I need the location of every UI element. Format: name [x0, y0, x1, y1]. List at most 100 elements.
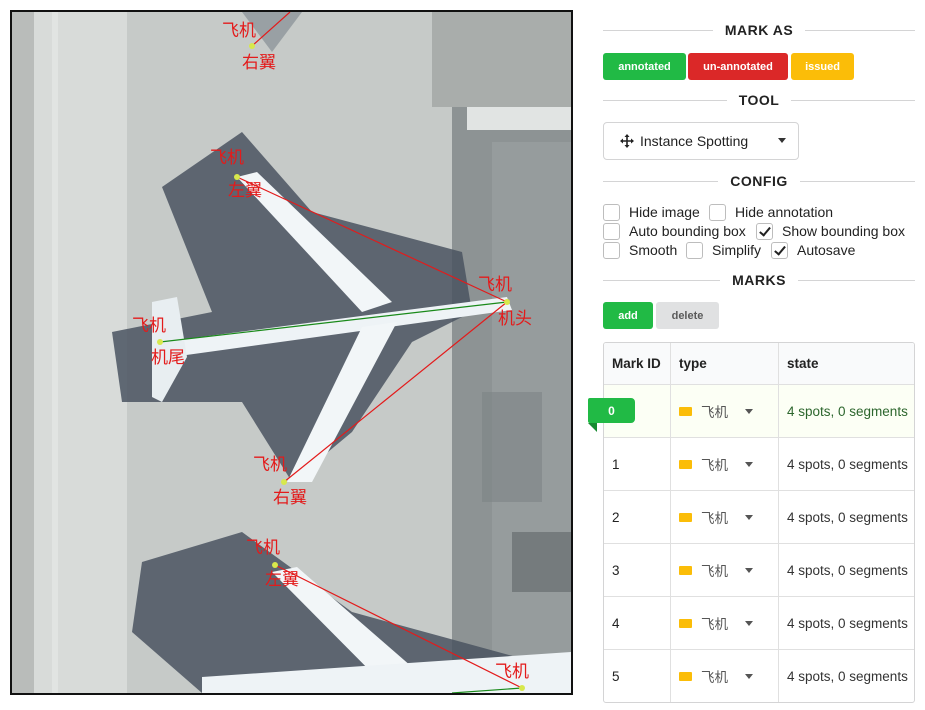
tool-selected-label: Instance Spotting	[640, 133, 749, 149]
mark-annotated-button[interactable]: annotated	[603, 53, 686, 80]
chevron-down-icon	[745, 567, 753, 573]
mark-unannotated-button[interactable]: un-annotated	[688, 53, 788, 80]
mark-id-cell: 1	[604, 438, 671, 490]
checkbox-hide-annotation[interactable]	[709, 203, 726, 221]
config-auto-bounding-box[interactable]: Auto bounding box	[603, 222, 746, 240]
tool-header: TOOL	[603, 90, 915, 110]
table-row[interactable]: 2 飞机 4 spots, 0 segments	[604, 490, 914, 543]
config-smooth[interactable]: Smooth	[603, 241, 677, 259]
mark-type-select[interactable]: 飞机	[671, 544, 779, 596]
mark-state-cell: 4 spots, 0 segments	[787, 456, 908, 472]
marks-table-header: Mark ID type state	[604, 343, 914, 384]
spot-label-airplane: 飞机	[246, 538, 280, 558]
control-panel: MARK AS annotated un-annotated issued TO…	[588, 0, 915, 710]
chevron-down-icon	[778, 138, 786, 143]
header-type: type	[671, 343, 779, 384]
gate-area	[482, 392, 542, 502]
spot-label-right-wing: 右翼	[273, 488, 307, 508]
table-row[interactable]: 5 飞机 4 spots, 0 segments	[604, 649, 914, 702]
spot-point[interactable]	[504, 299, 510, 305]
mark-id-cell: 4	[604, 597, 671, 649]
spot-point[interactable]	[157, 339, 163, 345]
folder-icon	[679, 565, 692, 575]
spot-label-right-wing: 右翼	[242, 53, 276, 73]
mark-type-select[interactable]: 飞机	[671, 491, 779, 543]
spot-label-airplane: 飞机	[132, 316, 166, 336]
mark-type-select[interactable]: 飞机	[671, 650, 779, 702]
mark-type-label: 飞机	[701, 405, 728, 420]
config-simplify[interactable]: Simplify	[686, 241, 761, 259]
spot-point[interactable]	[249, 43, 255, 49]
spot-point[interactable]	[272, 562, 278, 568]
config-label: Hide annotation	[735, 204, 834, 220]
image-canvas[interactable]: 飞机 右翼 飞机 左翼 飞机 机头 飞机 机尾 飞机 右翼 飞机 左翼 飞机	[10, 10, 573, 695]
config-label: Show bounding box	[782, 223, 905, 239]
mark-type-label: 飞机	[701, 511, 728, 526]
chevron-down-icon	[745, 408, 753, 414]
mark-id-cell: 2	[604, 491, 671, 543]
spot-label-airplane: 飞机	[478, 275, 512, 295]
checkbox-simplify[interactable]	[686, 241, 703, 259]
chevron-down-icon	[745, 620, 753, 626]
config-title: CONFIG	[730, 173, 788, 189]
config-label: Simplify	[712, 242, 762, 258]
chevron-down-icon	[745, 461, 753, 467]
marks-header: MARKS	[603, 270, 915, 290]
spot-label-nose: 机头	[498, 309, 532, 329]
folder-icon	[679, 512, 692, 522]
terminal-top	[432, 12, 571, 107]
spot-label-airplane: 飞机	[253, 455, 287, 475]
header-mark-id: Mark ID	[604, 343, 671, 384]
checkbox-smooth[interactable]	[603, 241, 620, 259]
mark-issued-button[interactable]: issued	[791, 53, 854, 80]
tool-title: TOOL	[738, 92, 780, 108]
mark-state-cell: 4 spots, 0 segments	[787, 562, 908, 578]
spot-point[interactable]	[281, 479, 287, 485]
crosshair-move-icon	[620, 134, 634, 148]
config-autosave[interactable]: Autosave	[771, 241, 855, 259]
folder-icon	[679, 618, 692, 628]
mark-type-select[interactable]: 飞机	[671, 438, 779, 490]
folder-icon	[679, 671, 692, 681]
mark-type-label: 飞机	[701, 670, 728, 685]
config-label: Smooth	[629, 242, 678, 258]
spot-point[interactable]	[519, 685, 525, 691]
add-mark-button[interactable]: add	[603, 302, 653, 329]
checkbox-hide-image[interactable]	[603, 203, 620, 221]
spot-label-airplane: 飞机	[495, 662, 529, 682]
mark-id-cell: 5	[604, 650, 671, 702]
table-row[interactable]: 飞机 4 spots, 0 segments	[604, 384, 914, 437]
config-label: Auto bounding box	[629, 223, 746, 239]
table-row[interactable]: 4 飞机 4 spots, 0 segments	[604, 596, 914, 649]
mark-type-label: 飞机	[701, 617, 728, 632]
annotation-layer[interactable]: 飞机 右翼 飞机 左翼 飞机 机头 飞机 机尾 飞机 右翼 飞机 左翼 飞机	[12, 12, 571, 693]
active-mark-tag[interactable]: 0	[588, 398, 635, 423]
mark-type-select[interactable]: 飞机	[671, 385, 779, 437]
chevron-down-icon	[745, 673, 753, 679]
spot-label-airplane: 飞机	[210, 148, 244, 168]
table-row[interactable]: 1 飞机 4 spots, 0 segments	[604, 437, 914, 490]
config-show-bounding-box[interactable]: Show bounding box	[756, 222, 905, 240]
config-hide-image[interactable]: Hide image	[603, 203, 700, 221]
spot-label-airplane: 飞机	[222, 21, 256, 41]
runway-edge	[12, 12, 34, 693]
checkbox-auto-bounding-box[interactable]	[603, 222, 620, 240]
config-header: CONFIG	[603, 171, 915, 191]
gate-shadow	[512, 532, 571, 592]
tool-dropdown[interactable]: Instance Spotting	[603, 122, 799, 160]
checkbox-show-bounding-box[interactable]	[756, 222, 773, 240]
marks-title: MARKS	[732, 272, 786, 288]
table-row[interactable]: 3 飞机 4 spots, 0 segments	[604, 543, 914, 596]
config-hide-annotation[interactable]: Hide annotation	[709, 203, 833, 221]
delete-mark-button[interactable]: delete	[656, 302, 719, 329]
header-state: state	[787, 356, 819, 371]
config-label: Autosave	[797, 242, 856, 258]
mark-state-cell: 4 spots, 0 segments	[787, 668, 908, 684]
spot-point[interactable]	[234, 174, 240, 180]
folder-icon	[679, 406, 692, 416]
mark-type-label: 飞机	[701, 458, 728, 473]
mark-as-header: MARK AS	[603, 20, 915, 40]
ribbon-fold	[588, 423, 597, 432]
checkbox-autosave[interactable]	[771, 241, 788, 259]
mark-type-select[interactable]: 飞机	[671, 597, 779, 649]
